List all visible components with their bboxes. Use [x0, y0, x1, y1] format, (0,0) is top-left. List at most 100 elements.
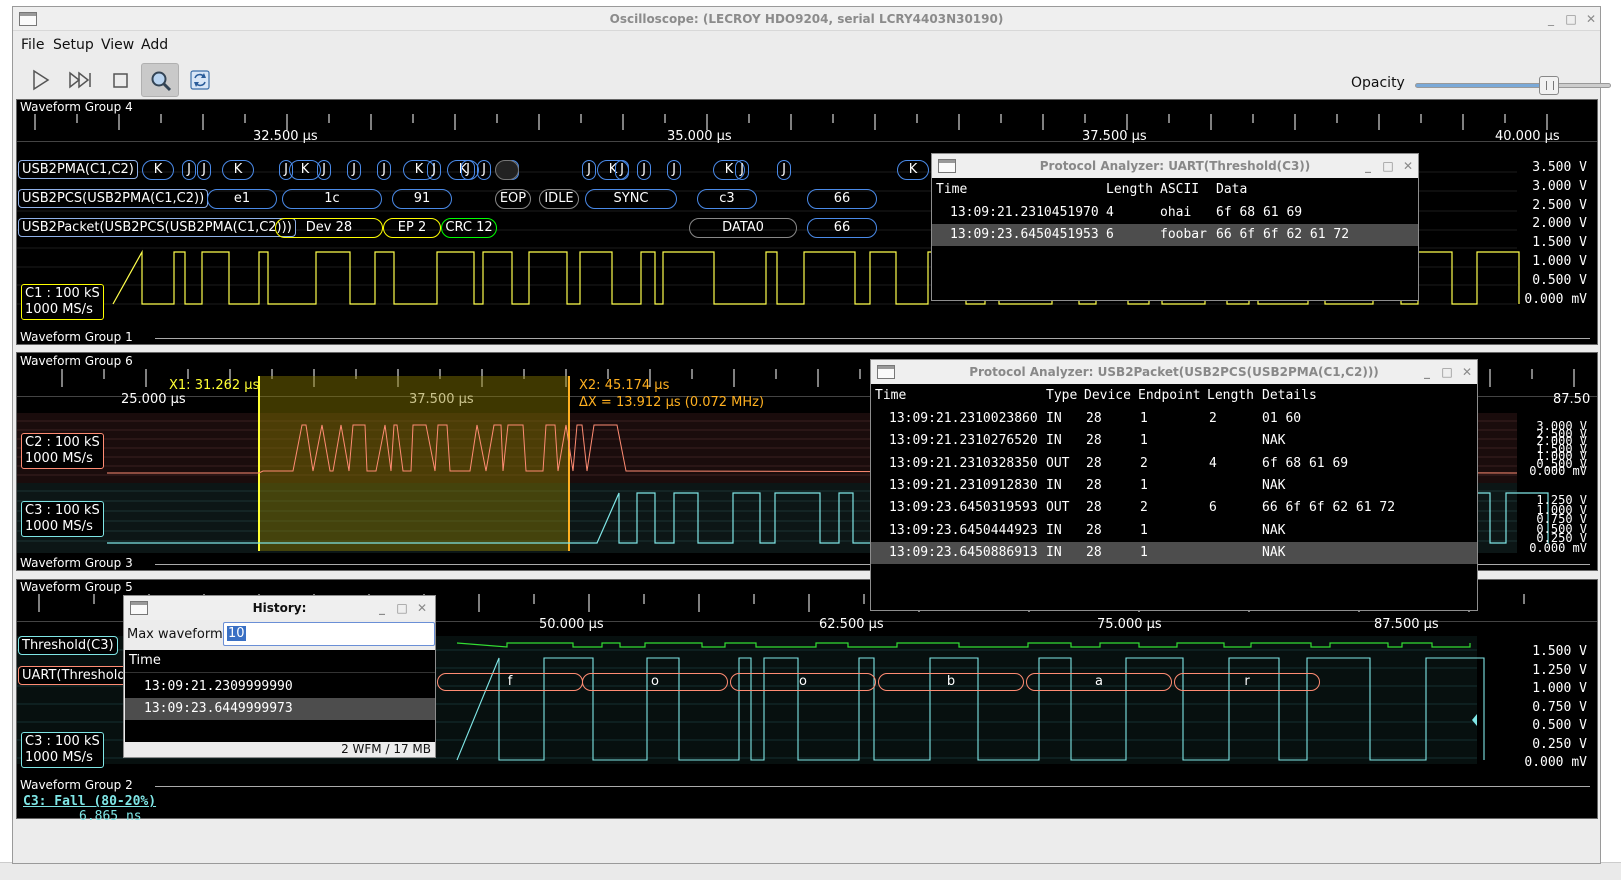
column-header-ascii[interactable]: ASCII [1160, 182, 1199, 197]
pma-symbol[interactable]: J [427, 160, 441, 180]
pcs-symbol[interactable]: e1 [207, 189, 277, 209]
single-trigger-button[interactable] [60, 63, 98, 97]
history-row[interactable]: 13:09:21.2309999990 [125, 676, 435, 698]
decode-row-threshold[interactable]: Threshold(C3) [18, 636, 118, 655]
channel-label-c1[interactable]: C1 : 100 kS 1000 MS/s [21, 284, 104, 320]
usb-protocol-analyzer-window[interactable]: Protocol Analyzer: USB2Packet(USB2PCS(US… [870, 359, 1478, 611]
pma-symbol[interactable]: J [667, 160, 681, 180]
table-row[interactable]: 13:09:23.6450451953 6 foobar 66 6f 6f 62 61… [932, 224, 1418, 246]
opacity-slider[interactable] [1415, 83, 1611, 88]
close-icon[interactable]: ✕ [414, 600, 430, 616]
packet-field[interactable]: EP 2 [383, 218, 441, 238]
table-row[interactable]: 13:09:21.2310451970 4 ohai 6f 68 61 69 [932, 202, 1418, 224]
packet-field[interactable]: CRC 12 [441, 218, 497, 238]
channel-label-c3[interactable]: C3 : 100 kS 1000 MS/s [21, 732, 104, 768]
pma-symbol[interactable]: J [582, 160, 596, 180]
pcs-symbol[interactable]: 66 [807, 189, 877, 209]
table-row[interactable]: 13:09:21.2310328350 OUT 28 2 4 6f 68 61 69 [871, 453, 1477, 475]
table-row[interactable]: 13:09:21.2310912830 IN 28 1 NAK [871, 475, 1477, 497]
pma-symbol[interactable]: J [317, 160, 331, 180]
uart-char[interactable]: r [1174, 673, 1320, 691]
maximize-icon[interactable]: □ [1380, 158, 1396, 174]
table-row[interactable]: 13:09:23.6450444923 IN 28 1 NAK [871, 520, 1477, 542]
decode-row-usb2pma[interactable]: USB2PMA(C1,C2) [18, 160, 138, 179]
decode-row-usb2pcs[interactable]: USB2PCS(USB2PMA(C1,C2)) [18, 189, 209, 208]
pcs-symbol[interactable]: 1c [282, 189, 382, 209]
column-header-type[interactable]: Type [1046, 388, 1077, 403]
column-header-data[interactable]: Data [1216, 182, 1247, 197]
start-button[interactable] [21, 63, 59, 97]
title-bar[interactable]: Oscilloscope: (LECROY HDO9204, serial LC… [13, 7, 1600, 31]
column-header-endpoint[interactable]: Endpoint [1138, 388, 1201, 403]
column-header-device[interactable]: Device [1084, 388, 1131, 403]
pma-symbol[interactable]: J [461, 160, 475, 180]
opacity-slider-handle[interactable] [1539, 76, 1559, 95]
history-list[interactable]: Time 13:09:21.2309999990 13:09:23.644999… [125, 650, 435, 742]
max-waveforms-input[interactable]: 10 [223, 622, 435, 646]
uart-protocol-analyzer-window[interactable]: Protocol Analyzer: UART(Threshold(C3)) _… [931, 153, 1419, 301]
zoom-fit-button[interactable] [141, 63, 179, 97]
table-row[interactable]: 13:09:23.6450319593 OUT 28 2 6 66 6f 6f 62 61… [871, 497, 1477, 519]
subwindow-title-bar[interactable]: Protocol Analyzer: USB2Packet(USB2PCS(US… [871, 360, 1477, 384]
close-icon[interactable]: ✕ [1400, 158, 1416, 174]
pma-symbol[interactable]: J [477, 160, 491, 180]
subwindow-title-bar[interactable]: Protocol Analyzer: UART(Threshold(C3)) _… [932, 154, 1418, 178]
pcs-symbol[interactable]: IDLE [539, 189, 579, 209]
uart-char[interactable]: o [730, 673, 876, 691]
pma-symbol[interactable]: J [377, 160, 391, 180]
pma-symbol[interactable]: J [182, 160, 196, 180]
uart-char[interactable]: b [878, 673, 1024, 691]
minimize-icon[interactable]: _ [374, 600, 390, 616]
pma-symbol[interactable]: K [897, 160, 929, 180]
pma-symbol[interactable]: J [197, 160, 211, 180]
table-row[interactable]: 13:09:23.6450886913 IN 28 1 NAK [871, 541, 1477, 564]
decode-row-uart[interactable]: UART(Threshold(C3)) [18, 666, 128, 685]
column-header-time[interactable]: Time [936, 182, 967, 197]
pma-idle-symbol[interactable] [495, 160, 519, 180]
column-header-time[interactable]: Time [129, 653, 161, 668]
maximize-icon[interactable]: □ [1439, 364, 1455, 380]
uart-char[interactable]: f [437, 673, 583, 691]
column-header-length[interactable]: Length [1106, 182, 1153, 197]
subwindow-title-bar[interactable]: History: _ □ ✕ [124, 596, 435, 620]
minimize-icon[interactable]: _ [1360, 158, 1376, 174]
packet-field[interactable]: Dev 28 [275, 218, 383, 238]
pma-symbol[interactable]: J [777, 160, 791, 180]
history-row[interactable]: 13:09:23.6449999973 [125, 698, 435, 720]
refresh-button[interactable] [181, 63, 219, 97]
table-row[interactable]: 13:09:21.2310276520 IN 28 1 NAK [871, 430, 1477, 452]
uart-char[interactable]: a [1026, 673, 1172, 691]
pma-symbol[interactable]: J [347, 160, 361, 180]
stop-button[interactable] [101, 63, 139, 97]
minimize-icon[interactable]: _ [1543, 11, 1559, 27]
menu-setup[interactable]: Setup [53, 37, 94, 53]
menu-add[interactable]: Add [141, 37, 168, 53]
channel-label-c3[interactable]: C3 : 100 kS 1000 MS/s [21, 501, 104, 537]
menu-view[interactable]: View [101, 37, 134, 53]
packet-field[interactable]: 66 [807, 218, 877, 238]
pcs-symbol[interactable]: 91 [392, 189, 452, 209]
decode-row-usb2packet[interactable]: USB2Packet(USB2PCS(USB2PMA(C1,C2))) [18, 218, 296, 237]
column-header-time[interactable]: Time [875, 388, 906, 403]
close-icon[interactable]: ✕ [1583, 11, 1599, 27]
column-header-length[interactable]: Length [1207, 388, 1254, 403]
maximize-icon[interactable]: □ [394, 600, 410, 616]
packet-field[interactable]: DATA0 [689, 218, 797, 238]
table-row[interactable]: 13:09:21.2310023860 IN 28 1 2 01 60 [871, 408, 1477, 430]
maximize-icon[interactable]: □ [1563, 11, 1579, 27]
pcs-symbol[interactable]: c3 [697, 189, 757, 209]
pma-symbol[interactable]: J [637, 160, 651, 180]
pcs-symbol[interactable]: EOP [495, 189, 531, 209]
pcs-symbol[interactable]: SYNC [585, 189, 677, 209]
pma-symbol[interactable]: K [142, 160, 174, 180]
channel-label-c2[interactable]: C2 : 100 kS 1000 MS/s [21, 433, 104, 469]
column-header-details[interactable]: Details [1262, 388, 1317, 403]
close-icon[interactable]: ✕ [1459, 364, 1475, 380]
menu-file[interactable]: File [21, 37, 44, 53]
pma-symbol[interactable]: J [615, 160, 629, 180]
measurement-name[interactable]: C3: Fall (80-20%) [23, 794, 156, 809]
minimize-icon[interactable]: _ [1419, 364, 1435, 380]
pma-symbol[interactable]: J [735, 160, 749, 180]
uart-char[interactable]: o [582, 673, 728, 691]
history-window[interactable]: History: _ □ ✕ Max waveforms 10 Time 13:… [123, 595, 436, 758]
